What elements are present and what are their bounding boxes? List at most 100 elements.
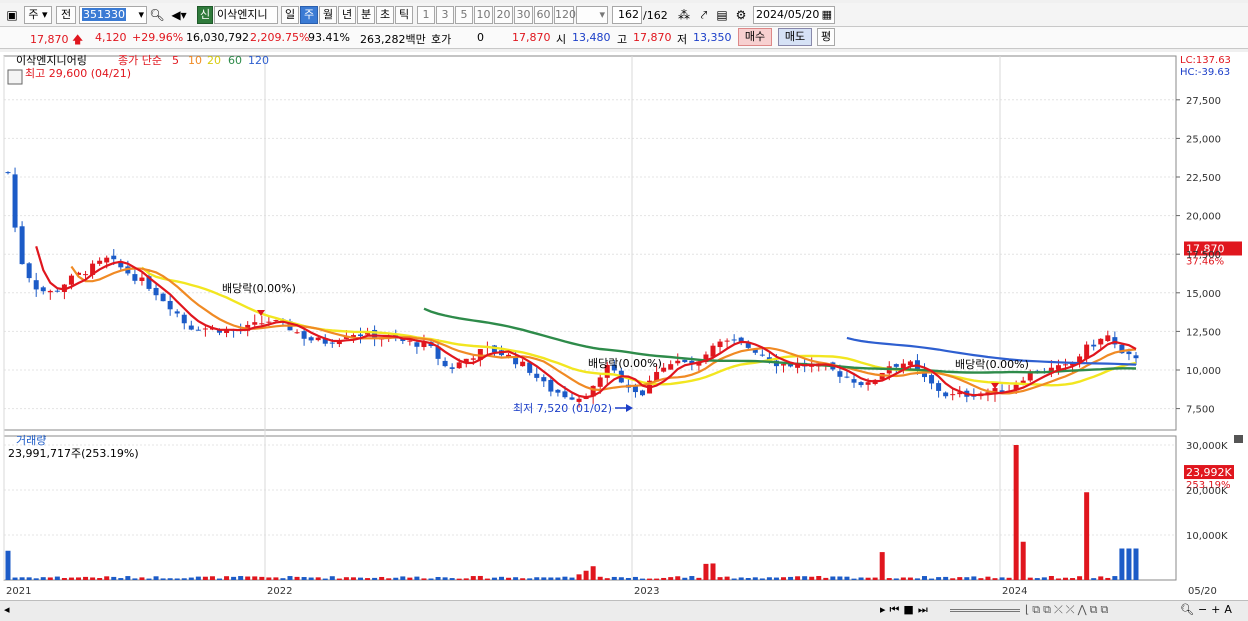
volume-bar <box>343 577 349 580</box>
y-tick-label: 22,500 <box>1186 173 1221 184</box>
volume-panel-title: 거래량 <box>16 434 46 447</box>
candle-body <box>929 375 935 384</box>
calendar-icon[interactable]: ▦ <box>822 7 832 23</box>
market-select[interactable]: 주 ▾ <box>24 6 52 24</box>
volume-bar <box>47 577 53 580</box>
volume-bar <box>682 577 688 580</box>
drawing-tools[interactable]: ⌊⧉⧉⤫⤫⋀⧉⧉ <box>1025 603 1111 617</box>
y-tick-label: 17,500 <box>1186 250 1221 261</box>
chevron-down-icon[interactable]: ▾ <box>138 7 144 23</box>
candle-body <box>83 274 89 276</box>
candle-body <box>252 322 258 325</box>
prev-button[interactable]: 전 <box>56 6 76 24</box>
volume-bar <box>40 577 46 580</box>
volume-bar <box>654 578 660 580</box>
interval-10[interactable]: 10 <box>474 6 493 24</box>
volume-bar <box>470 576 476 580</box>
volume-bar <box>1027 577 1033 580</box>
volume-bar <box>907 577 913 580</box>
volume-bar <box>266 577 272 580</box>
stock-code-input[interactable]: 351330 ▾ <box>79 6 147 24</box>
interval-custom-select[interactable]: ▾ <box>576 6 608 24</box>
volume-bar <box>393 577 399 580</box>
volume-bar <box>555 577 561 580</box>
speaker-icon[interactable]: ◀▾ <box>168 7 190 23</box>
candle-body <box>1098 338 1104 345</box>
high-price: 17,870 <box>633 31 672 44</box>
count-input[interactable]: 162 <box>612 6 642 24</box>
volume-bar <box>647 578 653 580</box>
save-icon[interactable]: ▤ <box>714 7 730 23</box>
scroll-left-icon[interactable]: ◂ <box>4 603 10 616</box>
volume-bar <box>950 578 956 580</box>
interval-120[interactable]: 120 <box>554 6 576 24</box>
main-toolbar: ▣ 주 ▾ 전 351330 ▾ 🔍︎ ◀▾ 신 이삭엔지니 일 주 월 년 분… <box>0 3 1248 27</box>
ma-120: 120 <box>248 54 269 67</box>
candle-body <box>5 172 11 174</box>
candle-body <box>865 382 871 385</box>
volume-bar <box>872 577 878 580</box>
gear-icon[interactable]: ⚙ <box>733 7 749 23</box>
candle-body <box>541 377 547 382</box>
volume-bar <box>118 578 124 580</box>
volume-bar <box>435 576 441 580</box>
volume-bar <box>26 577 32 580</box>
candle-body <box>160 293 166 302</box>
candle-body <box>449 367 455 369</box>
zoom-slider[interactable] <box>950 609 1020 612</box>
turnover-rate: 93.41% <box>308 31 350 44</box>
interval-1[interactable]: 1 <box>417 6 435 24</box>
candle-body <box>33 280 39 290</box>
volume-bar <box>520 578 526 580</box>
tool-icon[interactable]: ⤤ <box>696 7 712 23</box>
buy-button[interactable]: 매수 <box>738 28 772 46</box>
volume-bar <box>745 577 751 580</box>
interval-20[interactable]: 20 <box>494 6 513 24</box>
volume-bar <box>209 576 215 580</box>
volume-bar <box>703 563 709 580</box>
volume-bar <box>1055 578 1061 580</box>
date-input[interactable]: 2024/05/20 ▦ <box>753 6 835 24</box>
layout-icon[interactable]: ▣ <box>4 7 20 23</box>
eval-button[interactable]: 평 <box>817 28 835 46</box>
volume-bar <box>696 577 702 580</box>
last-volume-text: 23,992K <box>1186 466 1232 479</box>
ma-label: 종가 단순 <box>118 54 162 67</box>
volume-bar <box>795 576 801 580</box>
volume-bar <box>125 576 131 580</box>
candle-body <box>936 383 942 391</box>
candle-body <box>548 379 554 392</box>
interval-60[interactable]: 60 <box>534 6 553 24</box>
tab-period-second[interactable]: 초 <box>376 6 394 24</box>
interval-5[interactable]: 5 <box>455 6 473 24</box>
tab-period-week[interactable]: 주 <box>300 6 318 24</box>
interval-3[interactable]: 3 <box>436 6 454 24</box>
tab-period-month[interactable]: 월 <box>319 6 337 24</box>
candle-body <box>520 361 526 367</box>
link-icon[interactable]: ⁂ <box>676 7 692 23</box>
sell-button[interactable]: 매도 <box>778 28 812 46</box>
tab-period-day[interactable]: 일 <box>281 6 299 24</box>
volume-bar <box>33 578 39 580</box>
y-tick-label: 25,000 <box>1186 134 1221 145</box>
interval-30[interactable]: 30 <box>514 6 533 24</box>
search-icon[interactable]: 🔍︎ <box>149 7 165 23</box>
playback-controls[interactable]: ▸⏮■⏭ <box>880 603 932 617</box>
volume-bar <box>224 576 230 580</box>
stock-chart[interactable]: 배당락(0.00%) 배당락(0.00%) 배당락(0.00%) 최저 7,520 (… <box>0 52 1248 600</box>
volume-bar <box>442 577 448 580</box>
count-total: /162 <box>643 9 668 22</box>
tab-period-tick[interactable]: 틱 <box>395 6 413 24</box>
candle-body <box>1063 364 1068 366</box>
candle-body <box>167 300 173 310</box>
volume-bar <box>837 576 843 580</box>
tab-period-year[interactable]: 년 <box>338 6 356 24</box>
volume-bar <box>1070 578 1076 580</box>
zoom-controls[interactable]: 🔍︎−+A <box>1180 603 1236 616</box>
volume-bar <box>167 578 173 580</box>
volume-bar <box>484 578 490 580</box>
bottom-scrollbar[interactable]: ◂ ▸⏮■⏭ ⌊⧉⧉⤫⤫⋀⧉⧉ 🔍︎−+A <box>0 600 1248 621</box>
tab-period-minute[interactable]: 분 <box>357 6 375 24</box>
volume-bar <box>1020 541 1026 580</box>
current-price: 17,870 🡅 <box>30 33 84 46</box>
